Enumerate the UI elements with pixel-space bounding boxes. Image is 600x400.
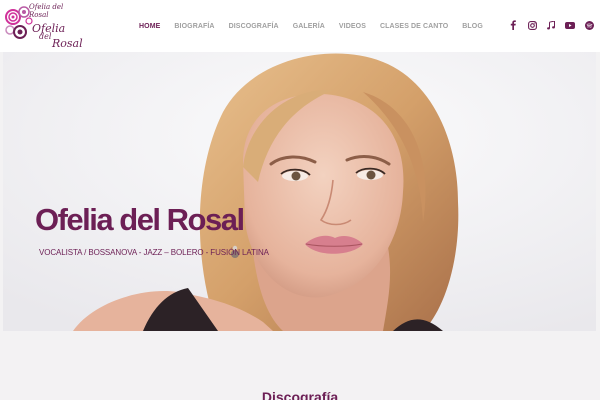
- hero-subtitle: VOCALISTA / BOSSANOVA - JAZZ – BOLERO - …: [39, 248, 269, 257]
- youtube-icon[interactable]: [565, 20, 575, 30]
- hero-banner: Ofelia del Rosal VOCALISTA / BOSSANOVA -…: [3, 52, 596, 331]
- spotify-icon[interactable]: [584, 20, 594, 30]
- hero-portrait-image: [3, 52, 596, 331]
- site-header: Ofelia del Rosal Ofelia del Rosal HOME B…: [0, 0, 600, 52]
- nav-item-blog[interactable]: BLOG: [462, 23, 483, 30]
- nav-item-biografia[interactable]: BIOGRAFÍA: [174, 23, 214, 30]
- music-note-icon[interactable]: [546, 20, 556, 30]
- logo-rosal-text: Rosal: [52, 37, 83, 50]
- hero-title: Ofelia del Rosal: [35, 202, 245, 237]
- site-logo[interactable]: Ofelia del Rosal Ofelia del Rosal: [3, 3, 83, 50]
- nav-item-discografia[interactable]: DISCOGRAFÍA: [229, 23, 279, 30]
- main-nav: HOME BIOGRAFÍA DISCOGRAFÍA GALERÍA VIDEO…: [139, 21, 497, 31]
- nav-item-home[interactable]: HOME: [139, 23, 160, 30]
- nav-item-videos[interactable]: VIDEOS: [339, 23, 366, 30]
- page: Ofelia del Rosal Ofelia del Rosal HOME B…: [0, 0, 600, 400]
- discografia-section-title: Discografía: [261, 389, 339, 400]
- nav-item-galeria[interactable]: GALERÍA: [293, 23, 325, 30]
- social-links: [499, 19, 594, 31]
- nav-item-clases-de-canto[interactable]: CLASES DE CANTO: [380, 23, 448, 30]
- logo-small-text: Ofelia del Rosal: [29, 3, 64, 19]
- logo-del-text: del: [39, 32, 52, 41]
- instagram-icon[interactable]: [527, 20, 537, 30]
- facebook-icon[interactable]: [508, 20, 518, 30]
